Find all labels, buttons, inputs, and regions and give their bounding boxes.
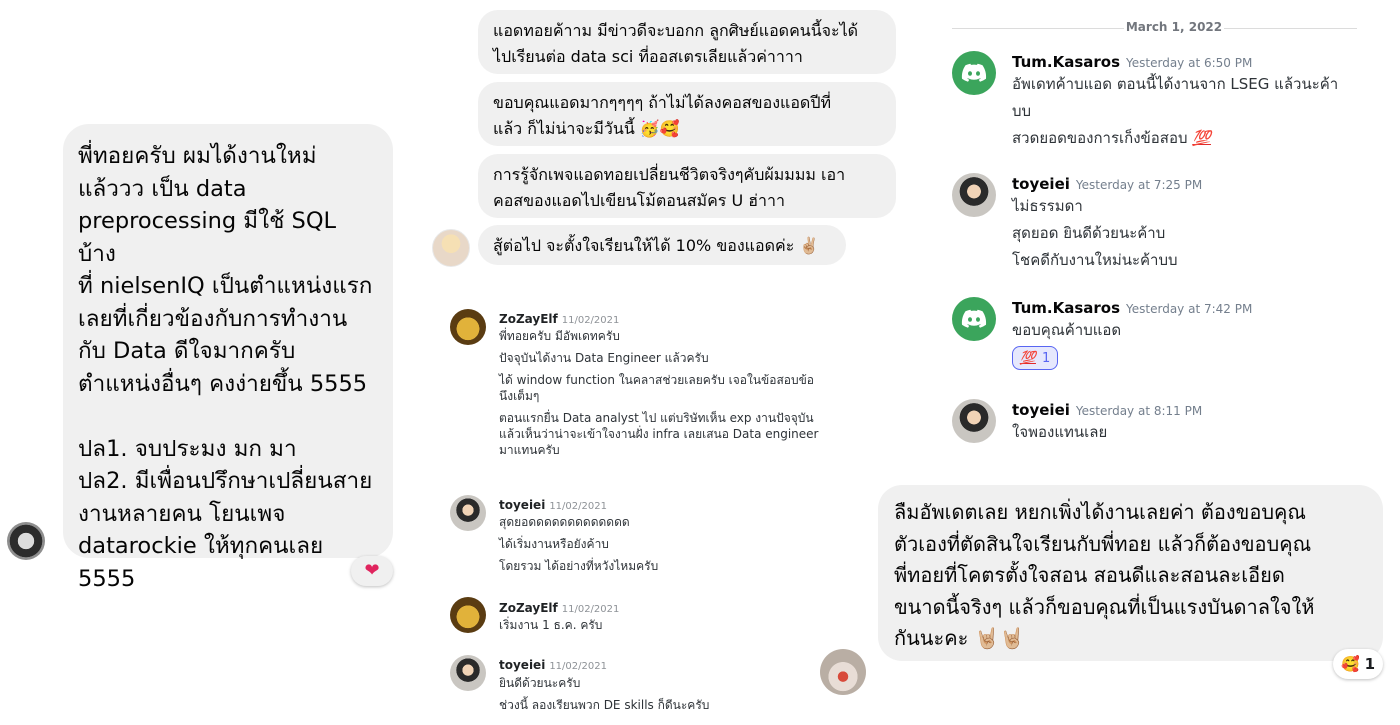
avatar[interactable]	[450, 597, 486, 633]
message-line: โชคดีกับงานใหม่นะค้าบบ	[1012, 251, 1178, 269]
avatar[interactable]	[7, 522, 45, 560]
avatar[interactable]	[952, 173, 996, 217]
message-bubble: สู้ต่อไป จะตั้งใจเรียนให้ได้ 10% ของแอดค…	[478, 225, 846, 265]
message-line: สุดยอด ยินดีด้วยนะค้าบ	[1012, 224, 1166, 242]
smiling-face-hearts-icon: 🥰	[1340, 655, 1360, 673]
message-header: toyeiei 11/02/2021	[499, 654, 607, 673]
message-bubble: แอดทอยค้าาม มีข่าวดีจะบอกก ลูกศิษย์แอดคน…	[478, 10, 896, 74]
message-line: สุดยอดดดดดดดดดดดดด	[499, 515, 630, 529]
message-line: ช่วงนี้ ลองเรียนพวก DE skills ก็ดีนะครับ	[499, 698, 710, 712]
message-body: สุดยอดดดดดดดดดดดดด ได้เริ่มงานหรือยังค้า…	[499, 511, 658, 577]
discord-logo-icon	[961, 63, 987, 82]
author-name[interactable]: toyeiei	[1012, 175, 1070, 193]
author-name[interactable]: Tum.Kasaros	[1012, 299, 1120, 317]
message-line: ปัจจุบันได้งาน Data Engineer แล้วครับ	[499, 351, 709, 365]
message-header: Tum.Kasaros Yesterday at 7:42 PM	[1012, 298, 1252, 317]
heart-reaction-icon[interactable]: ❤	[351, 556, 393, 586]
message-line: บบ	[1012, 102, 1032, 120]
message-body: อัพเดทค้าบแอด ตอนนี้ได้งานจาก LSEG แล้วน…	[1012, 71, 1338, 152]
hundred-points-icon: 💯	[1192, 129, 1211, 147]
discord-avatar[interactable]	[952, 51, 996, 95]
message-line: โดยรวม ได้อย่างที่หวังไหมครับ	[499, 559, 659, 573]
message-line: อัพเดทค้าบแอด ตอนนี้ได้งานจาก LSEG แล้วน…	[1012, 75, 1339, 93]
author-name[interactable]: ZoZayElf	[499, 601, 558, 615]
avatar[interactable]	[450, 495, 486, 531]
avatar[interactable]	[820, 649, 866, 695]
message-bubble: การรู้จักเพจแอดทอยเปลี่ยนชีวิตจริงๆคับผ้…	[478, 154, 896, 218]
hundred-points-icon: 💯	[1019, 350, 1036, 366]
avatar[interactable]	[432, 229, 470, 267]
message-line: ใจพองแทนเลย	[1012, 423, 1108, 441]
message-body: เริ่มงาน 1 ธ.ค. ครับ	[499, 614, 602, 636]
message-bubble: ขอบคุณแอดมากๆๆๆๆ ถ้าไม่ได้ลงคอสของแอดปีท…	[478, 82, 896, 146]
avatar[interactable]	[450, 655, 486, 691]
message-header: toyeiei Yesterday at 7:25 PM	[1012, 174, 1202, 193]
author-name[interactable]: ZoZayElf	[499, 312, 558, 326]
message-text: สวดยอดของการเก็งข้อสอบ	[1012, 129, 1188, 147]
timestamp: 11/02/2021	[549, 661, 607, 672]
message-bubble: พี่ทอยครับ ผมได้งานใหม่ แล้ววว เป็น data…	[63, 124, 393, 592]
message-body: ใจพองแทนเลย	[1012, 419, 1107, 446]
discord-avatar[interactable]	[952, 297, 996, 341]
timestamp: Yesterday at 8:11 PM	[1075, 404, 1203, 418]
author-name[interactable]: Tum.Kasaros	[1012, 53, 1120, 71]
message-body: พี่ทอยครับ มีอัพเดทครับ ปัจจุบันได้งาน D…	[499, 325, 819, 461]
message-line: ขอบคุณค้าบแอด	[1012, 321, 1122, 339]
message-bubble: ลืมอัพเดตเลย หยกเพิ่งได้งานเลยค่า ต้องขอ…	[878, 485, 1383, 661]
timestamp: Yesterday at 7:25 PM	[1075, 178, 1203, 192]
message-header: Tum.Kasaros Yesterday at 6:50 PM	[1012, 52, 1252, 71]
reaction-count: 1	[1364, 655, 1376, 673]
author-name[interactable]: toyeiei	[1012, 401, 1070, 419]
reaction-count: 1	[1041, 350, 1051, 366]
message-body: ไม่ธรรมดา สุดยอด ยินดีด้วยนะค้าบ โชคดีกั…	[1012, 193, 1178, 274]
message-line: พี่ทอยครับ มีอัพเดทครับ	[499, 329, 620, 343]
avatar[interactable]	[952, 399, 996, 443]
author-name[interactable]: toyeiei	[499, 658, 545, 672]
message-line: เริ่มงาน 1 ธ.ค. ครับ	[499, 618, 603, 632]
message-header: toyeiei Yesterday at 8:11 PM	[1012, 400, 1202, 419]
message-line: ได้ window function ในคลาสช่วยเลยครับ เจ…	[499, 373, 814, 387]
message-line: ได้เริ่มงานหรือยังค้าบ	[499, 537, 609, 551]
discord-logo-icon	[961, 309, 987, 328]
author-name[interactable]: toyeiei	[499, 498, 545, 512]
avatar[interactable]	[450, 309, 486, 345]
message-line: สวดยอดของการเก็งข้อสอบ 💯	[1012, 125, 1338, 152]
message-body: ยินดีด้วยนะครับ ช่วงนี้ ลองเรียนพวก DE s…	[499, 672, 709, 716]
reaction-button[interactable]: 💯 1	[1012, 346, 1058, 370]
message-line: ยินดีด้วยนะครับ	[499, 676, 581, 690]
date-label: March 1, 2022	[1124, 20, 1224, 34]
message-body: ขอบคุณค้าบแอด	[1012, 317, 1121, 344]
reaction-button[interactable]: 🥰 1	[1333, 649, 1383, 679]
timestamp: Yesterday at 6:50 PM	[1126, 56, 1253, 70]
timestamp: Yesterday at 7:42 PM	[1126, 302, 1253, 316]
message-line: ไม่ธรรมดา	[1012, 197, 1083, 215]
